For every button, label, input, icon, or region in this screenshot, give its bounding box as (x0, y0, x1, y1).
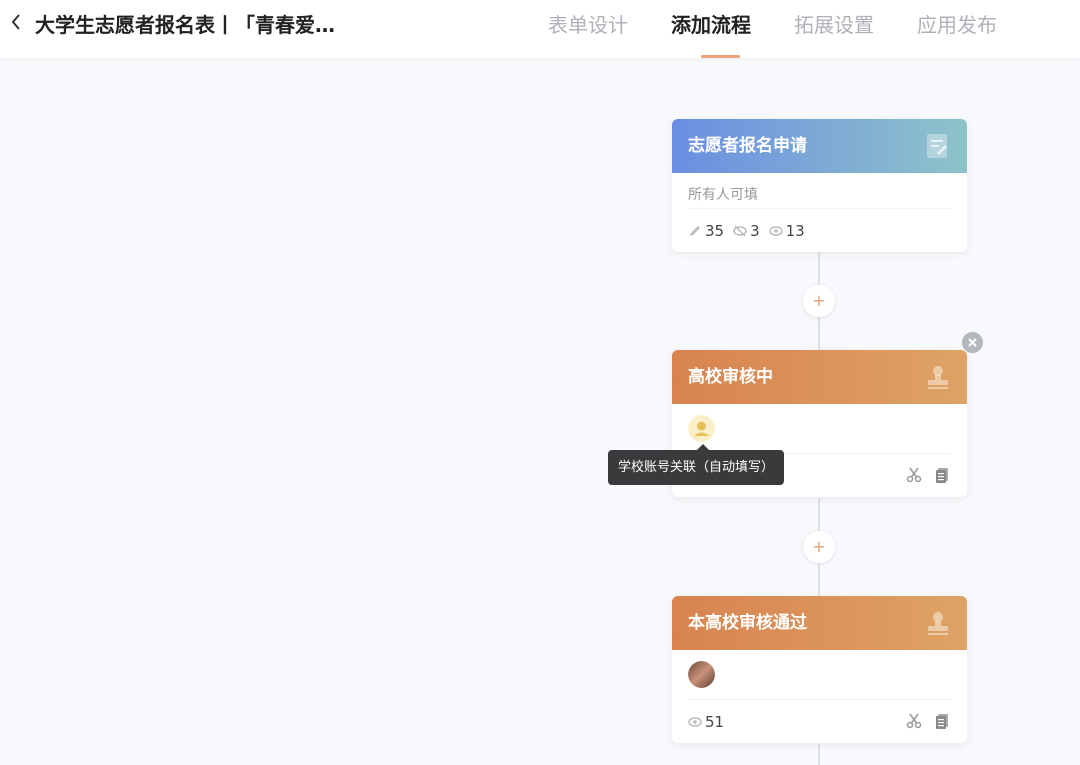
pencil-icon (690, 225, 700, 236)
chevron-left-icon[interactable] (8, 13, 24, 37)
add-node-button[interactable]: + (803, 531, 835, 563)
active-tab-indicator (701, 55, 740, 58)
copy-icon[interactable] (933, 712, 951, 730)
scissors-icon[interactable] (905, 466, 923, 484)
tab-bar: 表单设计 添加流程 拓展设置 应用发布 (548, 12, 1040, 38)
page-title: 大学生志愿者报名表丨「青春爱… (35, 13, 335, 37)
stat-hidden: 3 (733, 222, 760, 240)
node-header: 志愿者报名申请 (672, 119, 967, 173)
node-stats: 51 (688, 700, 951, 743)
node-header: 高校审核中 (672, 350, 967, 404)
tab-add-flow[interactable]: 添加流程 (671, 12, 751, 38)
assignee-tooltip: 学校账号关联（自动填写） (608, 450, 785, 485)
stat-view: 51 (688, 713, 724, 731)
stat-value: 51 (705, 712, 725, 731)
node-title: 本高校审核通过 (688, 613, 807, 633)
top-bar: 大学生志愿者报名表丨「青春爱… 表单设计 添加流程 拓展设置 应用发布 (0, 0, 1080, 58)
user-photo-avatar[interactable] (688, 661, 715, 688)
flow-node-start[interactable]: 志愿者报名申请 所有人可填 35 3 13 (672, 119, 967, 252)
node-title: 志愿者报名申请 (688, 136, 807, 156)
assignee-row (688, 404, 951, 454)
flow-node-approved[interactable]: 本高校审核通过 51 (672, 596, 967, 743)
default-user-avatar[interactable] (688, 415, 715, 442)
stamp-icon (928, 612, 948, 635)
form-edit-icon (927, 134, 947, 158)
stat-value: 3 (750, 221, 760, 240)
eye-hidden-icon (733, 224, 747, 237)
stamp-icon (928, 366, 948, 389)
add-node-button[interactable]: + (803, 285, 835, 317)
node-tools (895, 712, 951, 730)
tab-extension-settings[interactable]: 拓展设置 (794, 12, 874, 38)
node-subtitle: 所有人可填 (688, 173, 951, 209)
copy-icon[interactable] (933, 466, 951, 484)
stat-view: 13 (768, 221, 805, 240)
close-circle-icon[interactable] (962, 332, 983, 353)
eye-icon (688, 716, 702, 727)
flow-connector (818, 744, 820, 765)
node-title: 高校审核中 (688, 367, 773, 387)
scissors-icon[interactable] (905, 712, 923, 730)
node-tools (895, 466, 951, 484)
node-header: 本高校审核通过 (672, 596, 967, 650)
stat-value: 13 (785, 221, 805, 240)
stat-value: 35 (705, 221, 725, 240)
assignee-row (688, 650, 951, 700)
node-stats: 35 3 13 (688, 209, 951, 252)
tab-app-publish[interactable]: 应用发布 (917, 12, 997, 38)
stat-edit: 35 (688, 222, 724, 240)
tab-form-design[interactable]: 表单设计 (548, 12, 628, 38)
eye-icon (768, 225, 783, 236)
